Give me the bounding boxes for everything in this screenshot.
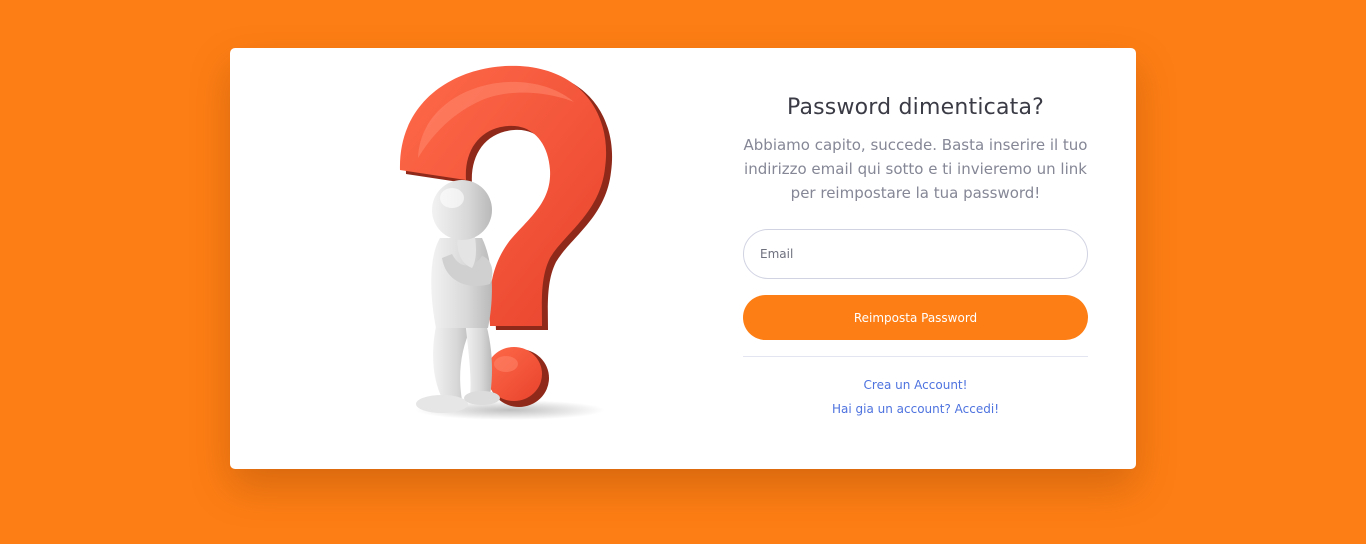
question-mark-thinking-person-icon xyxy=(390,58,630,428)
page-title: Password dimenticata? xyxy=(786,95,1045,120)
login-link[interactable]: Hai gia un account? Accedi! xyxy=(743,402,1088,416)
divider xyxy=(743,356,1088,357)
email-field[interactable] xyxy=(743,229,1088,279)
forgot-password-card: Password dimenticata? Abbiamo capito, su… xyxy=(230,48,1136,469)
create-account-link[interactable]: Crea un Account! xyxy=(743,378,1088,392)
page-subtitle: Abbiamo capito, succede. Basta inserire … xyxy=(743,136,1088,202)
reset-password-button[interactable]: Reimposta Password xyxy=(743,295,1088,340)
